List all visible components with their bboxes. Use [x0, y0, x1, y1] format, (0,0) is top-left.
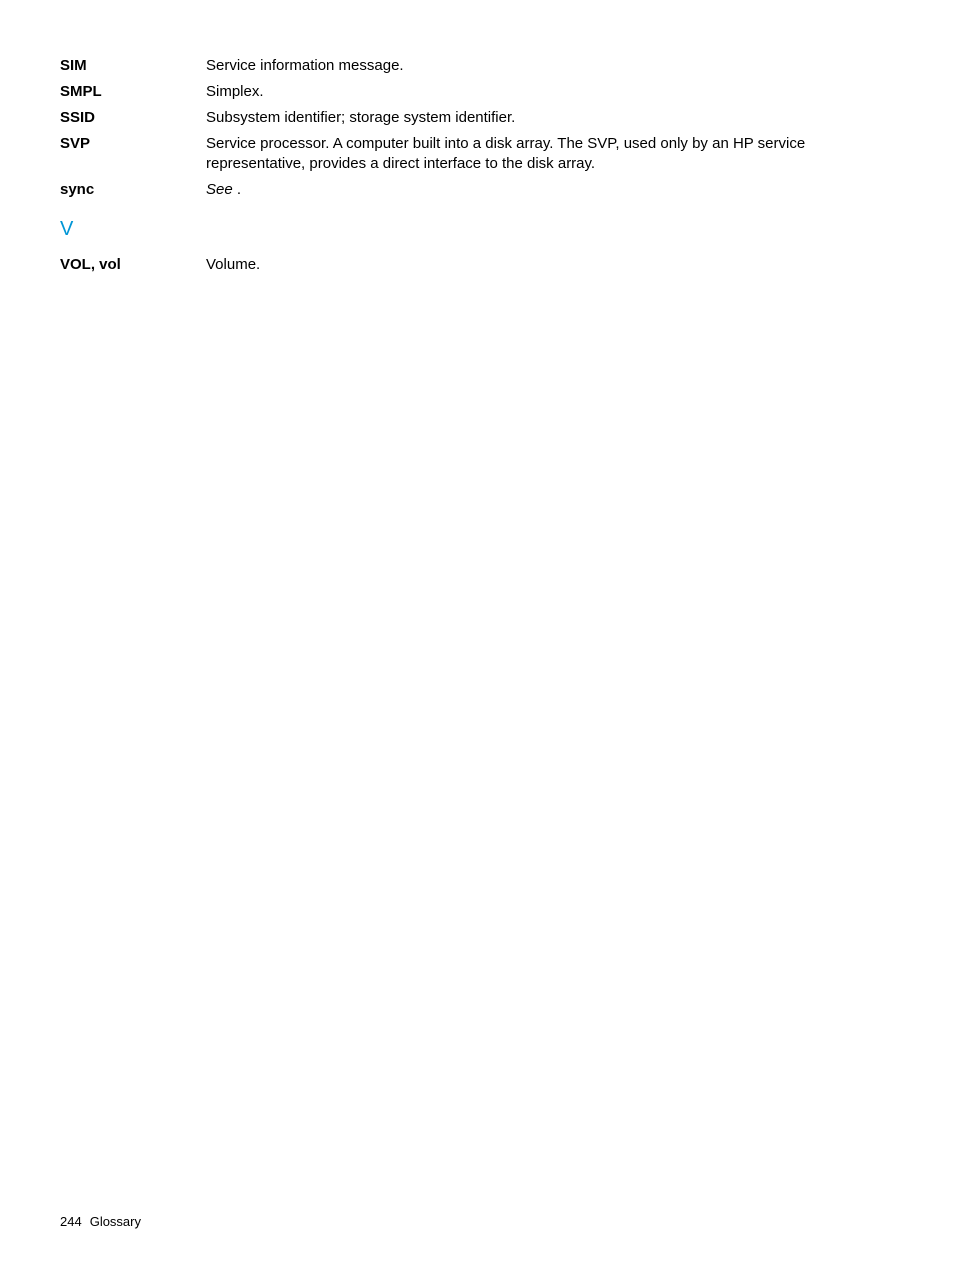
glossary-definition: Service information message. [206, 56, 894, 76]
glossary-term: SVP [60, 134, 206, 154]
glossary-definition: Subsystem identifier; storage system ide… [206, 108, 894, 128]
glossary-term: SIM [60, 56, 206, 76]
glossary-entry: sync See . [60, 180, 894, 200]
glossary-definition: Simplex. [206, 82, 894, 102]
page-content: SIM Service information message. SMPL Si… [0, 0, 954, 275]
glossary-entry: VOL, vol Volume. [60, 255, 894, 275]
page-number: 244 [60, 1214, 82, 1229]
glossary-term: sync [60, 180, 206, 200]
glossary-entry: SSID Subsystem identifier; storage syste… [60, 108, 894, 128]
glossary-term: SMPL [60, 82, 206, 102]
glossary-term: SSID [60, 108, 206, 128]
see-target: . [233, 181, 241, 198]
glossary-entry: SVP Service processor. A computer built … [60, 134, 894, 174]
section-letter-v: V [60, 218, 894, 241]
footer-section: Glossary [90, 1214, 141, 1229]
glossary-definition: Service processor. A computer built into… [206, 134, 894, 174]
glossary-entry: SMPL Simplex. [60, 82, 894, 102]
page-footer: 244 Glossary [60, 1214, 141, 1229]
glossary-definition: See . [206, 180, 894, 200]
glossary-term: VOL, vol [60, 255, 206, 275]
glossary-entry: SIM Service information message. [60, 56, 894, 76]
glossary-definition: Volume. [206, 255, 894, 275]
see-reference: See [206, 181, 233, 198]
